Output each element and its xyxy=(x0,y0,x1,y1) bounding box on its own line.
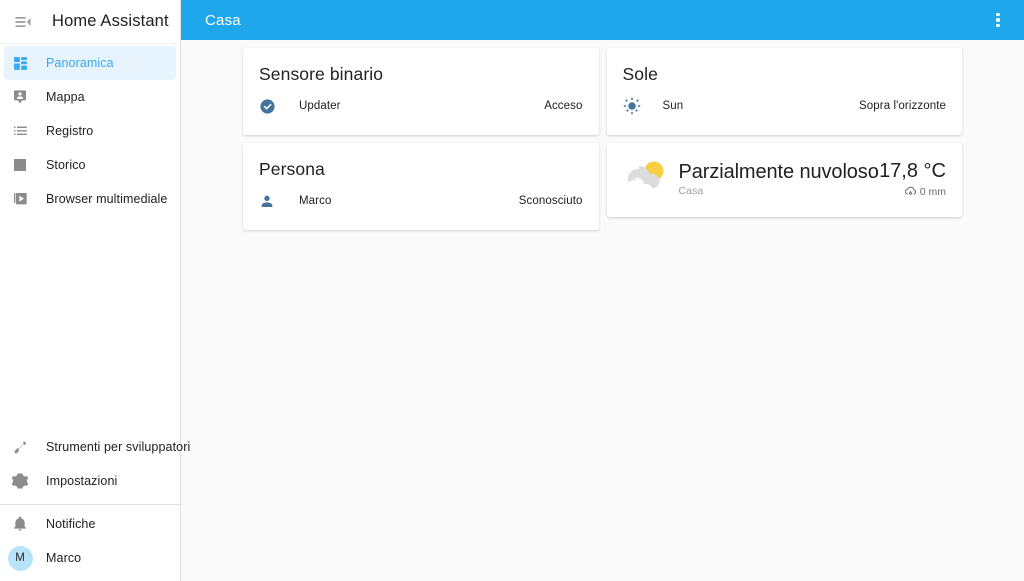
sidebar-item-label: Storico xyxy=(46,158,86,172)
sidebar-item-label: Browser multimediale xyxy=(46,192,168,206)
dashboard-content: Sensore binario Updater Acceso Persona M… xyxy=(181,40,1024,581)
app-root: Home Assistant Panoramica Mappa Registro… xyxy=(0,0,1024,581)
sidebar-item-label: Strumenti per sviluppatori xyxy=(46,440,191,454)
sidebar-item-user-profile[interactable]: M Marco xyxy=(4,541,176,575)
sidebar-item-browser-multimediale[interactable]: Browser multimediale xyxy=(4,182,176,216)
sidebar-item-label: Registro xyxy=(46,124,94,138)
entity-row[interactable]: Updater Acceso xyxy=(259,89,583,123)
page-title: Casa xyxy=(205,11,241,29)
sidebar: Home Assistant Panoramica Mappa Registro… xyxy=(0,0,190,581)
hammer-icon xyxy=(4,439,36,456)
sidebar-item-panoramica[interactable]: Panoramica xyxy=(4,46,176,80)
play-box-multiple-icon xyxy=(4,191,36,207)
weather-sunny-icon xyxy=(623,97,651,115)
map-marker-account-icon xyxy=(4,89,36,105)
bell-icon xyxy=(4,516,36,532)
entity-name: Sun xyxy=(662,100,684,112)
sidebar-item-mappa[interactable]: Mappa xyxy=(4,80,176,114)
sidebar-item-strumenti-sviluppatori[interactable]: Strumenti per sviluppatori xyxy=(4,430,190,464)
chart-box-icon xyxy=(4,157,36,173)
check-circle-icon xyxy=(259,98,287,115)
weather-partly-cloudy-icon xyxy=(617,155,677,203)
sidebar-header: Home Assistant xyxy=(0,0,180,44)
card-persona: Persona Marco Sconosciuto xyxy=(243,143,599,230)
card-meteo[interactable]: Parzialmente nuvoloso Casa 17,8 °C 0 mm xyxy=(606,143,962,217)
sidebar-item-label: Impostazioni xyxy=(46,474,118,488)
gear-icon xyxy=(4,472,36,490)
weather-rainy-icon xyxy=(904,185,917,198)
card-title: Persona xyxy=(259,159,325,179)
dashboard-column-left: Sensore binario Updater Acceso Persona M… xyxy=(243,48,599,230)
weather-precipitation: 0 mm xyxy=(879,185,946,198)
sidebar-item-label: Notifiche xyxy=(46,517,96,531)
entity-list: Updater Acceso xyxy=(243,85,599,135)
sidebar-item-label: Mappa xyxy=(46,90,85,104)
app-title: Home Assistant xyxy=(52,12,169,30)
dashboard-column-right: Sole Sun Sopra l'orizzonte Parzialmente … xyxy=(606,48,963,217)
weather-readings: 17,8 °C 0 mm xyxy=(873,160,946,199)
entity-row[interactable]: Sun Sopra l'orizzonte xyxy=(623,89,947,123)
entity-list: Sun Sopra l'orizzonte xyxy=(607,85,963,135)
sidebar-nav-primary: Panoramica Mappa Registro Storico Browse… xyxy=(0,44,180,216)
weather-precipitation-value: 0 mm xyxy=(919,185,946,198)
avatar-initial: M xyxy=(7,545,33,571)
sidebar-item-label: Marco xyxy=(46,551,82,565)
entity-state[interactable]: Sconosciuto xyxy=(519,195,583,207)
account-icon xyxy=(259,193,287,209)
entity-state[interactable]: Acceso xyxy=(544,100,582,112)
menu-open-icon[interactable] xyxy=(6,5,40,39)
sidebar-item-impostazioni[interactable]: Impostazioni xyxy=(4,464,176,498)
dots-vertical-icon[interactable] xyxy=(982,4,1014,36)
sidebar-item-storico[interactable]: Storico xyxy=(4,148,176,182)
entity-name: Updater xyxy=(299,100,341,112)
sidebar-item-notifiche[interactable]: Notifiche xyxy=(4,507,176,541)
entity-list: Marco Sconosciuto xyxy=(243,180,599,230)
entity-row[interactable]: Marco Sconosciuto xyxy=(259,184,583,218)
top-app-bar: Casa xyxy=(181,0,1024,40)
card-sensore-binario: Sensore binario Updater Acceso xyxy=(243,48,599,135)
avatar: M xyxy=(4,545,36,571)
card-title: Sensore binario xyxy=(259,64,384,84)
entity-name: Marco xyxy=(299,195,332,207)
sidebar-nav-footer: Notifiche M Marco xyxy=(0,507,180,581)
card-sole: Sole Sun Sopra l'orizzonte xyxy=(606,48,963,135)
sidebar-divider xyxy=(0,504,180,505)
main-area: Casa Sensore binario Updater Acceso Pers… xyxy=(181,0,1024,581)
weather-location: Casa xyxy=(678,185,704,198)
format-list-bulleted-icon xyxy=(4,123,36,140)
sidebar-item-label: Panoramica xyxy=(46,56,114,70)
weather-temperature: 17,8 °C xyxy=(879,159,946,182)
view-dashboard-icon xyxy=(4,55,36,72)
sidebar-item-registro[interactable]: Registro xyxy=(4,114,176,148)
entity-state[interactable]: Sopra l'orizzonte xyxy=(859,100,946,112)
card-title: Sole xyxy=(622,64,658,84)
sidebar-nav-tools: Strumenti per sviluppatori Impostazioni xyxy=(0,430,190,498)
weather-condition: Parzialmente nuvoloso xyxy=(678,160,879,183)
weather-main: Parzialmente nuvoloso Casa xyxy=(677,160,879,198)
